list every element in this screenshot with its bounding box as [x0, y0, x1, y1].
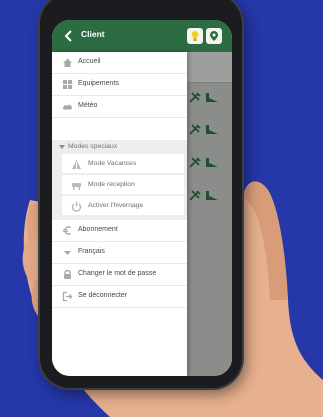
home-icon — [63, 58, 72, 67]
language-select[interactable]: Français — [52, 242, 187, 264]
special-modes-header[interactable]: Modes speciaux — [52, 140, 187, 154]
logout-icon — [62, 291, 73, 302]
special-modes-section: Modes speciaux Mode Vacances Mode recept… — [52, 140, 187, 220]
language-label: Français — [78, 248, 105, 255]
menu-item-logout[interactable]: Se déconnecter — [52, 286, 187, 308]
menu-item-accueil[interactable]: Accueil — [52, 52, 187, 74]
section-label: Modes speciaux — [68, 143, 118, 150]
app-screen: Client Accueil Equipements Météo Modes s… — [52, 20, 232, 376]
grid-icon — [63, 80, 72, 89]
tools-icon — [189, 157, 218, 168]
lightbulb-icon — [191, 31, 199, 41]
menu-item-hivernage[interactable]: Activer l'hivernage — [62, 196, 184, 216]
menu-item-equipements[interactable]: Equipements — [52, 74, 187, 96]
lock-icon — [64, 269, 71, 279]
chevron-down-icon — [64, 251, 71, 255]
chevron-down-icon — [59, 145, 65, 149]
menu-item-label: Abonnement — [78, 226, 118, 233]
menu-item-label: Changer le mot de passe — [78, 270, 157, 277]
back-arrow-icon[interactable] — [62, 29, 76, 43]
location-pin-icon — [210, 31, 218, 41]
tools-icon — [189, 92, 218, 103]
overlay-row — [187, 52, 232, 83]
menu-item-label: Equipements — [78, 80, 119, 87]
reception-icon — [72, 183, 81, 190]
menu-item-mode-reception[interactable]: Mode reception — [62, 175, 184, 195]
menu-item-label: Se déconnecter — [78, 292, 128, 299]
beach-icon — [72, 160, 81, 169]
menu-item-abonnement[interactable]: Abonnement — [52, 220, 187, 242]
lightbulb-button[interactable] — [187, 28, 203, 44]
tools-icon — [189, 124, 218, 135]
tools-icon — [189, 190, 218, 201]
menu-item-label: Activer l'hivernage — [88, 202, 144, 209]
cloud-icon — [62, 104, 73, 110]
menu-item-label: Mode reception — [88, 181, 135, 188]
page-title: Client — [81, 29, 105, 39]
euro-icon — [63, 226, 71, 235]
menu-item-change-password[interactable]: Changer le mot de passe — [52, 264, 187, 286]
app-bar: Client — [52, 20, 232, 52]
menu-item-label: Accueil — [78, 58, 101, 65]
menu-item-label: Mode Vacances — [88, 160, 137, 167]
menu-item-mode-vacances[interactable]: Mode Vacances — [62, 154, 184, 174]
content-overlay[interactable] — [187, 52, 232, 376]
menu-item-label: Météo — [78, 102, 98, 109]
power-icon — [71, 201, 82, 212]
navigation-drawer: Accueil Equipements Météo Modes speciaux… — [52, 52, 187, 376]
location-button[interactable] — [206, 28, 222, 44]
menu-item-meteo[interactable]: Météo — [52, 96, 187, 118]
